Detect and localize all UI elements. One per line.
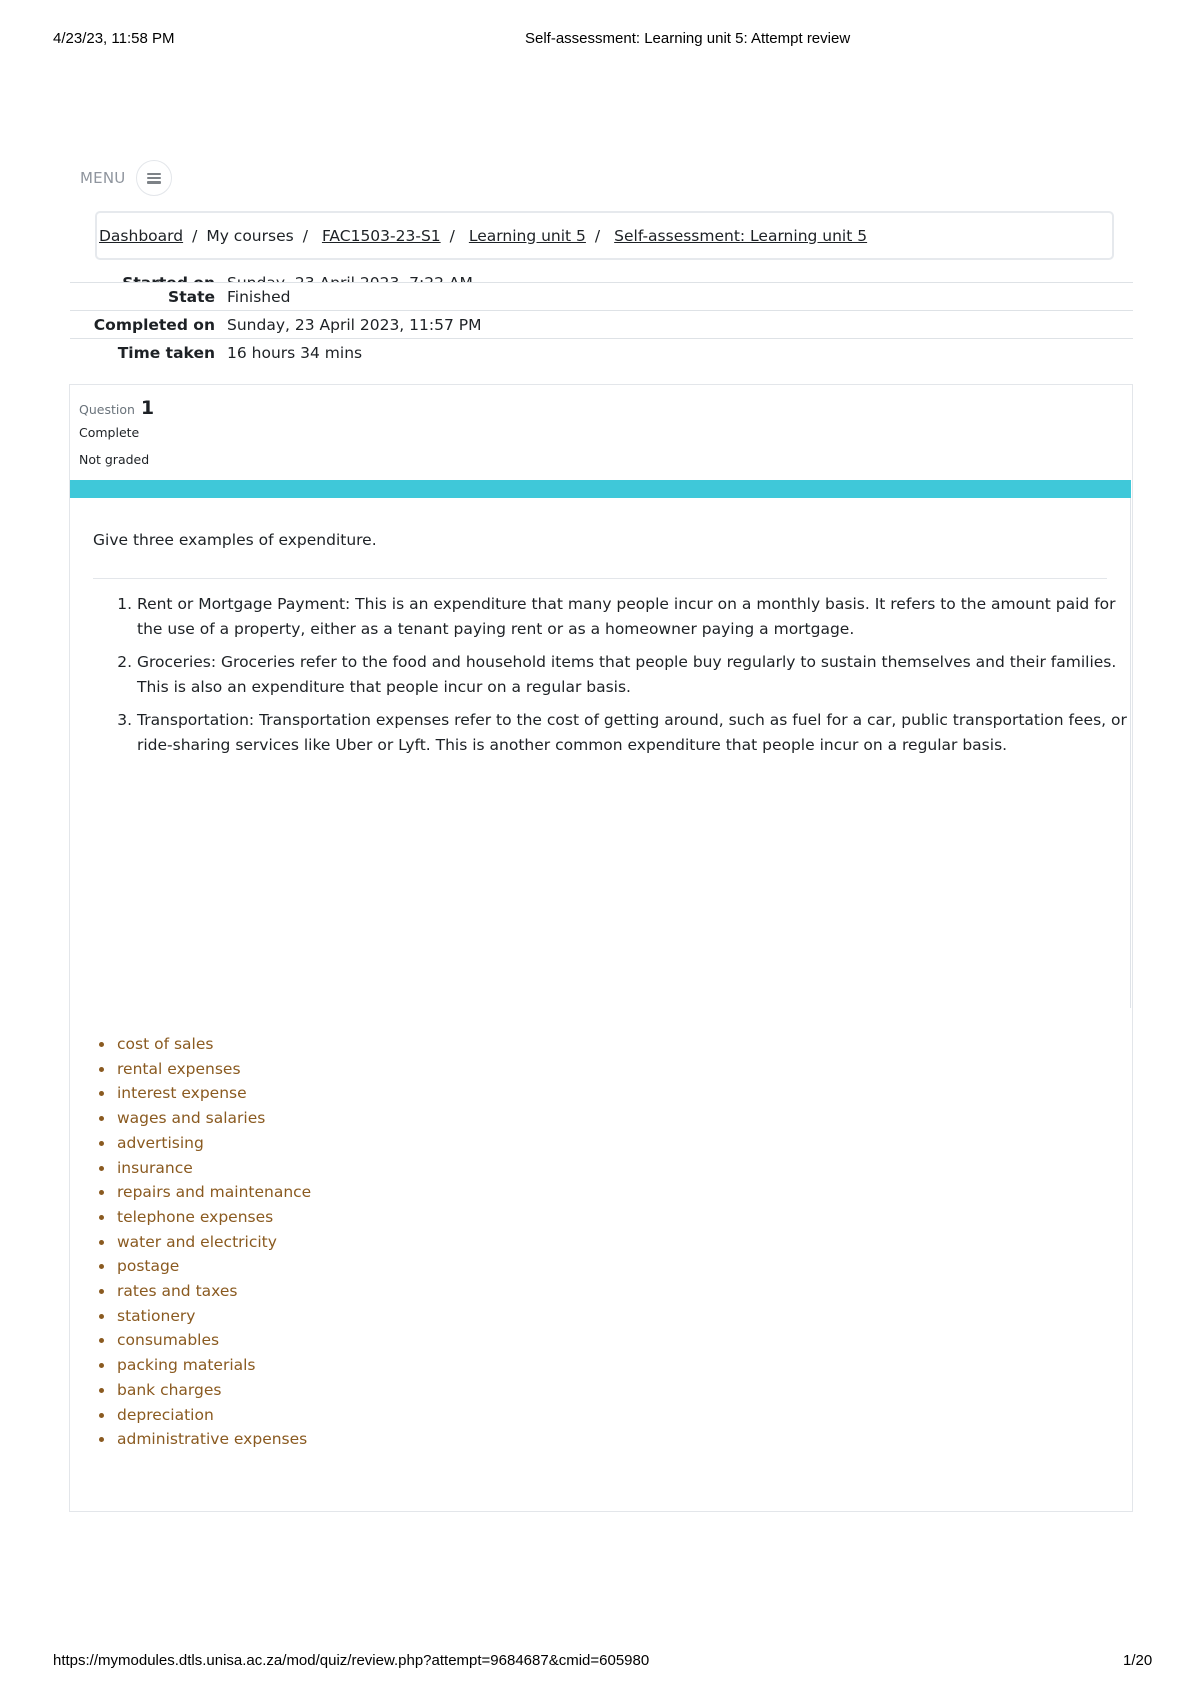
breadcrumb-learning-unit[interactable]: Learning unit 5	[469, 227, 586, 245]
question-number-line: Question 1	[79, 397, 154, 419]
print-datetime: 4/23/23, 11:58 PM	[53, 30, 175, 47]
feedback-item: rates and taxes	[115, 1279, 311, 1304]
feedback-item: advertising	[115, 1131, 311, 1156]
question-number: 1	[140, 397, 155, 419]
attempt-summary-table: Started on Sunday, 23 April 2023, 7:22 A…	[70, 262, 1133, 366]
feedback-item: rental expenses	[115, 1057, 311, 1082]
summary-row-completed-on: Completed on Sunday, 23 April 2023, 11:5…	[70, 310, 1133, 338]
feedback-item: interest expense	[115, 1081, 311, 1106]
summary-label: Started on	[70, 274, 227, 282]
answer-item: Rent or Mortgage Payment: This is an exp…	[137, 592, 1137, 642]
question-info: Question 1 Complete Not graded	[79, 397, 154, 467]
feedback-item: consumables	[115, 1328, 311, 1353]
feedback-item: stationery	[115, 1304, 311, 1329]
question-formulation: Give three examples of expenditure. Rent…	[70, 498, 1131, 1008]
summary-value: 16 hours 34 mins	[227, 343, 363, 362]
answer-item: Groceries: Groceries refer to the food a…	[137, 650, 1137, 700]
breadcrumb-separator: /	[449, 226, 455, 245]
feedback-item: administrative expenses	[115, 1427, 311, 1452]
question-block: Question 1 Complete Not graded Give thre…	[69, 384, 1133, 1512]
summary-row-started-on: Started on Sunday, 23 April 2023, 7:22 A…	[70, 262, 1133, 282]
breadcrumb-course[interactable]: FAC1503-23-S1	[322, 227, 441, 245]
breadcrumb-separator: /	[192, 226, 198, 245]
print-footer: https://mymodules.dtls.unisa.ac.za/mod/q…	[0, 1652, 1200, 1672]
summary-row-time-taken: Time taken 16 hours 34 mins	[70, 338, 1133, 366]
feedback-item: packing materials	[115, 1353, 311, 1378]
answer-list: Rent or Mortgage Payment: This is an exp…	[107, 592, 1137, 766]
question-text: Give three examples of expenditure.	[93, 531, 377, 549]
breadcrumb: Dashboard / My courses / FAC1503-23-S1 /…	[95, 211, 1114, 260]
menu-label: MENU	[80, 169, 126, 187]
feedback-item: postage	[115, 1254, 311, 1279]
feedback-item: water and electricity	[115, 1230, 311, 1255]
print-url: https://mymodules.dtls.unisa.ac.za/mod/q…	[53, 1652, 650, 1669]
breadcrumb-dashboard[interactable]: Dashboard	[99, 227, 183, 245]
print-header: 4/23/23, 11:58 PM Self-assessment: Learn…	[0, 30, 1200, 50]
summary-value: Sunday, 23 April 2023, 7:22 AM	[227, 274, 473, 282]
feedback-item: wages and salaries	[115, 1106, 311, 1131]
breadcrumb-separator: /	[302, 226, 308, 245]
breadcrumb-my-courses: My courses	[206, 226, 294, 245]
feedback-item: telephone expenses	[115, 1205, 311, 1230]
question-prefix: Question	[79, 402, 135, 417]
menu-button[interactable]	[136, 160, 173, 196]
print-page-number: 1/20	[1123, 1652, 1153, 1669]
feedback-item: cost of sales	[115, 1032, 311, 1057]
summary-value: Sunday, 23 April 2023, 11:57 PM	[227, 315, 482, 334]
summary-label: Time taken	[117, 343, 215, 362]
question-accent-band	[70, 480, 1131, 498]
breadcrumb-self-assessment[interactable]: Self-assessment: Learning unit 5	[614, 227, 867, 245]
summary-label: State	[168, 287, 215, 306]
menu-area: MENU	[80, 158, 173, 198]
feedback-item: insurance	[115, 1156, 311, 1181]
feedback-item: bank charges	[115, 1378, 311, 1403]
summary-row-state: State Finished	[70, 282, 1133, 310]
feedback-item: depreciation	[115, 1403, 311, 1428]
divider	[93, 578, 1107, 579]
question-grade: Not graded	[79, 452, 150, 467]
summary-value: Finished	[227, 287, 291, 306]
print-title: Self-assessment: Learning unit 5: Attemp…	[525, 30, 851, 47]
feedback-item: repairs and maintenance	[115, 1180, 311, 1205]
summary-label: Completed on	[93, 315, 215, 334]
hamburger-icon	[147, 172, 162, 184]
answer-item: Transportation: Transportation expenses …	[137, 708, 1137, 758]
feedback-list: cost of sales rental expenses interest e…	[97, 1032, 311, 1452]
breadcrumb-separator: /	[594, 226, 601, 245]
question-state: Complete	[79, 425, 140, 440]
